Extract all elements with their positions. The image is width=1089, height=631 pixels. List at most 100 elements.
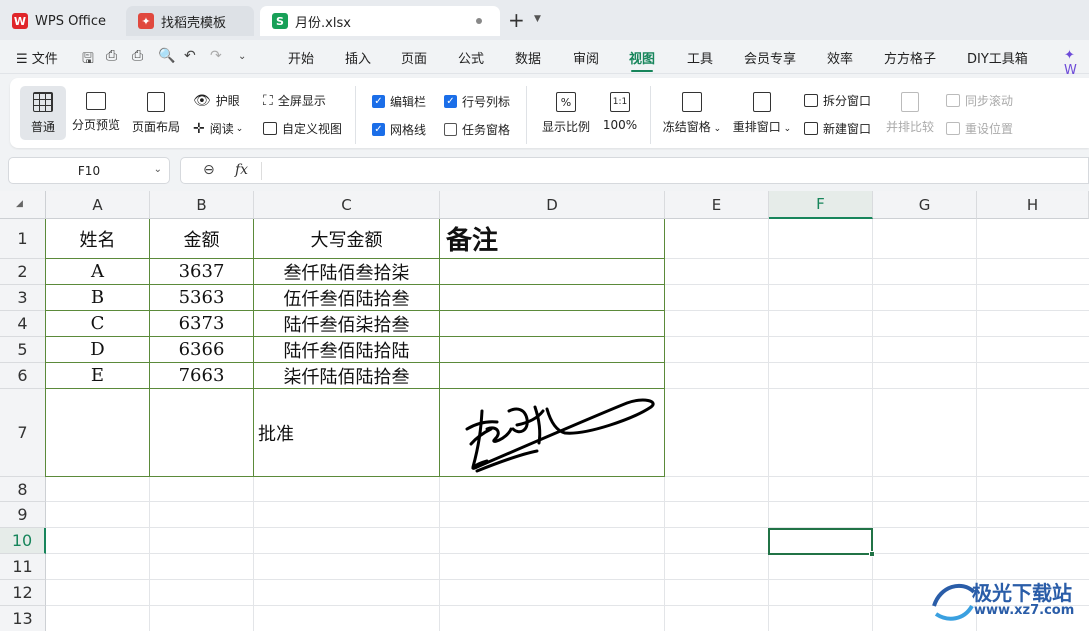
- table-cell[interactable]: A: [46, 259, 150, 285]
- tab-wps-office[interactable]: W WPS Office: [0, 6, 120, 36]
- column-header-d[interactable]: D: [440, 191, 665, 219]
- menu-diy[interactable]: DIY工具箱: [967, 48, 1028, 67]
- header-cell-remarks[interactable]: 备注: [440, 219, 665, 259]
- page-layout-button[interactable]: 页面布局: [130, 92, 182, 135]
- table-cell[interactable]: C: [46, 311, 150, 337]
- table-cell[interactable]: E: [46, 363, 150, 389]
- zoom-100-button[interactable]: 1:1 100%: [598, 92, 642, 132]
- row-header-13[interactable]: 13: [0, 606, 46, 631]
- page-break-preview-button[interactable]: 分页预览: [70, 92, 122, 133]
- menu-fangfang[interactable]: 方方格子: [884, 48, 936, 67]
- menu-page[interactable]: 页面: [401, 48, 427, 67]
- normal-view-button[interactable]: 普通: [20, 86, 66, 140]
- side-by-side-button[interactable]: 并排比较: [882, 92, 938, 135]
- table-cell[interactable]: 柒仟陆佰陆拾叁: [254, 363, 440, 389]
- customize-arrow-icon[interactable]: ⌄: [238, 51, 246, 62]
- arrange-windows-button[interactable]: 重排窗口 ⌄: [730, 92, 794, 135]
- table-cell[interactable]: [440, 337, 665, 363]
- table-cell[interactable]: [440, 363, 665, 389]
- print-preview-icon[interactable]: 🔍: [158, 48, 175, 64]
- menu-review[interactable]: 审阅: [573, 48, 599, 67]
- row-header-7[interactable]: 7: [0, 389, 46, 477]
- row-header-4[interactable]: 4: [0, 311, 46, 337]
- column-header-h[interactable]: H: [977, 191, 1089, 219]
- select-all-corner[interactable]: ◢: [0, 191, 46, 219]
- headings-checkbox[interactable]: ✓ 行号列标: [444, 93, 510, 110]
- menu-start[interactable]: 开始: [288, 48, 314, 67]
- file-menu[interactable]: ☰ 文件: [16, 48, 58, 67]
- row-header-6[interactable]: 6: [0, 363, 46, 389]
- header-cell-name[interactable]: 姓名: [46, 219, 150, 259]
- gridlines-checkbox[interactable]: ✓ 网格线: [372, 121, 426, 138]
- row-header-2[interactable]: 2: [0, 259, 46, 285]
- menu-formula[interactable]: 公式: [458, 48, 484, 67]
- menu-tools[interactable]: 工具: [687, 48, 713, 67]
- table-cell[interactable]: 陆仟叁佰柒拾叁: [254, 311, 440, 337]
- zoom-button[interactable]: % 显示比例: [538, 92, 594, 135]
- chevron-down-icon[interactable]: ⌄: [154, 164, 162, 175]
- formula-input[interactable]: ⊖ fx: [180, 157, 1089, 184]
- menu-insert[interactable]: 插入: [345, 48, 371, 67]
- tab-active-file[interactable]: S 月份.xlsx: [260, 6, 500, 36]
- custom-view-button[interactable]: 自定义视图: [263, 120, 342, 137]
- table-cell[interactable]: [440, 285, 665, 311]
- table-cell[interactable]: 叁仟陆佰叁拾柒: [254, 259, 440, 285]
- column-header-a[interactable]: A: [46, 191, 150, 219]
- approve-label-cell[interactable]: 批准: [254, 389, 440, 477]
- table-cell[interactable]: 伍仟叁佰陆拾叁: [254, 285, 440, 311]
- name-box[interactable]: F10 ⌄: [8, 157, 170, 184]
- chevron-down-icon[interactable]: ▼: [534, 14, 541, 24]
- spreadsheet-grid[interactable]: ◢ A B C D E F G H 1 2 3 4 5 6 7 8 9 10 1…: [0, 191, 1089, 631]
- undo-icon[interactable]: ↶: [184, 48, 196, 64]
- fx-icon[interactable]: fx: [235, 162, 248, 178]
- menu-data[interactable]: 数据: [515, 48, 541, 67]
- fill-handle[interactable]: [869, 551, 875, 557]
- column-header-e[interactable]: E: [665, 191, 769, 219]
- sync-scroll-button[interactable]: 同步滚动: [946, 92, 1013, 109]
- table-cell[interactable]: [150, 389, 254, 477]
- close-tab-icon[interactable]: [476, 18, 482, 24]
- reset-position-button[interactable]: 重设位置: [946, 120, 1013, 137]
- new-window-button[interactable]: 新建窗口: [804, 120, 871, 137]
- split-window-button[interactable]: 拆分窗口: [804, 92, 871, 109]
- row-header-9[interactable]: 9: [0, 502, 46, 528]
- redo-icon[interactable]: ↷: [210, 48, 222, 64]
- table-cell[interactable]: 陆仟叁佰陆拾陆: [254, 337, 440, 363]
- save-icon[interactable]: 🖫: [82, 48, 94, 72]
- column-header-b[interactable]: B: [150, 191, 254, 219]
- new-tab-plus-icon[interactable]: +: [508, 10, 525, 30]
- column-header-c[interactable]: C: [254, 191, 440, 219]
- row-header-10[interactable]: 10: [0, 528, 46, 554]
- table-cell[interactable]: [440, 311, 665, 337]
- table-cell[interactable]: [440, 259, 665, 285]
- active-cell-selection[interactable]: [768, 528, 873, 555]
- zoom-magnifier-icon[interactable]: ⊖: [203, 162, 215, 178]
- table-cell[interactable]: 6366: [150, 337, 254, 363]
- table-cell[interactable]: B: [46, 285, 150, 311]
- menu-member[interactable]: 会员专享: [744, 48, 796, 67]
- print-icon[interactable]: ⎙: [132, 48, 143, 64]
- table-cell[interactable]: 5363: [150, 285, 254, 311]
- row-header-8[interactable]: 8: [0, 477, 46, 502]
- reading-mode-button[interactable]: ✛ 阅读 ⌄: [193, 120, 243, 137]
- menu-view[interactable]: 视图: [629, 48, 655, 72]
- export-icon[interactable]: ⎙: [106, 48, 117, 64]
- task-pane-checkbox[interactable]: 任务窗格: [444, 121, 510, 138]
- header-cell-amount[interactable]: 金额: [150, 219, 254, 259]
- row-header-3[interactable]: 3: [0, 285, 46, 311]
- table-cell[interactable]: D: [46, 337, 150, 363]
- table-cell[interactable]: 6373: [150, 311, 254, 337]
- tab-docer[interactable]: ✦ 找稻壳模板: [126, 6, 254, 36]
- table-cell[interactable]: [46, 389, 150, 477]
- eye-protection-button[interactable]: 👁 护眼: [193, 92, 240, 109]
- column-header-g[interactable]: G: [873, 191, 977, 219]
- table-cell[interactable]: 3637: [150, 259, 254, 285]
- row-header-5[interactable]: 5: [0, 337, 46, 363]
- row-header-1[interactable]: 1: [0, 219, 46, 259]
- header-cell-amount-words[interactable]: 大写金额: [254, 219, 440, 259]
- freeze-panes-button[interactable]: 冻结窗格 ⌄: [660, 92, 724, 135]
- menu-efficiency[interactable]: 效率: [827, 48, 853, 67]
- signature-cell[interactable]: [440, 389, 665, 477]
- row-header-11[interactable]: 11: [0, 554, 46, 580]
- row-header-12[interactable]: 12: [0, 580, 46, 606]
